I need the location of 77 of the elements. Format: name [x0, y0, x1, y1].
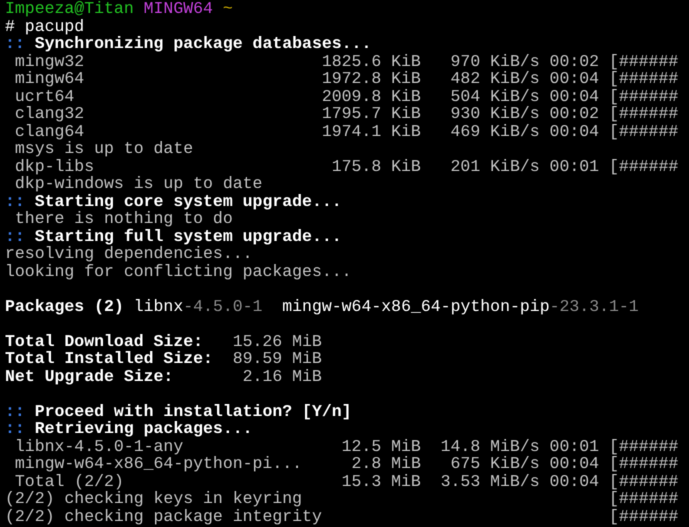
- package-label: clang32: [14, 105, 86, 122]
- output-line: (2/2) checking package integrity: [5, 508, 323, 525]
- prompt-user-host: Impeeza@Titan: [5, 0, 134, 18]
- section-heading: Synchronizing package databases...: [34, 35, 372, 52]
- time-remaining: 00:04: [548, 122, 600, 140]
- progress-bar-text: [######: [608, 122, 680, 140]
- section-heading: Proceed with installation? [Y/n]: [34, 402, 352, 420]
- download-size: 15.3 MiB: [340, 472, 421, 490]
- download-size: 2009.8 KiB: [320, 88, 421, 105]
- size-label: Total Installed Size:: [5, 350, 213, 368]
- progress-bar-text: [######: [608, 438, 680, 455]
- download-speed: 201 KiB/s: [450, 158, 540, 175]
- download-speed: 675 KiB/s: [450, 455, 540, 472]
- prompt-marker: ::: [5, 420, 25, 438]
- progress-bar-text: [######: [608, 70, 680, 88]
- package-label: clang64: [14, 122, 86, 140]
- section-heading: Starting full system upgrade...: [34, 228, 342, 245]
- download-size: 175.8 KiB: [330, 158, 421, 175]
- size-value: 15.26 MiB: [232, 332, 322, 350]
- time-remaining: 00:04: [548, 70, 600, 88]
- output-line: resolving dependencies...: [5, 245, 253, 262]
- time-remaining: 00:04: [548, 455, 600, 472]
- prompt-system: MINGW64: [142, 0, 213, 18]
- download-size: 1972.8 KiB: [320, 70, 421, 88]
- output-line: (2/2) checking keys in keyring: [5, 490, 304, 508]
- prompt-marker: ::: [5, 192, 25, 210]
- section-heading: Starting core system upgrade...: [34, 192, 342, 210]
- download-speed: 3.53 MiB/s: [440, 472, 540, 490]
- package-label: ucrt64: [14, 88, 76, 105]
- package-label: mingw-w64-x86_64-python-pi...: [14, 455, 304, 472]
- section-heading: Retrieving packages...: [34, 420, 253, 438]
- time-remaining: 00:01: [548, 158, 600, 175]
- download-size: 1825.6 KiB: [320, 52, 421, 70]
- package-label: libnx-4.5.0-1-any: [14, 438, 184, 455]
- prompt-marker: ::: [5, 402, 25, 420]
- package-label: mingw64: [14, 70, 86, 88]
- progress-bar-text: [######: [608, 158, 680, 175]
- download-size: 1795.7 KiB: [320, 105, 421, 122]
- prompt-marker: ::: [5, 228, 25, 245]
- progress-bar-text: [######: [608, 455, 680, 472]
- download-size: 12.5 MiB: [340, 438, 421, 455]
- progress-bar-text: [######: [608, 508, 680, 525]
- download-size: 1974.1 KiB: [320, 122, 421, 140]
- package-name: libnx-4.5.0-1: [134, 298, 262, 315]
- download-speed: 504 KiB/s: [450, 88, 540, 105]
- package-name: mingw-w64-x86_64-python-pip-23.3.1-1: [282, 298, 639, 315]
- download-speed: 482 KiB/s: [450, 70, 540, 88]
- package-label: Total (2/2): [14, 472, 125, 490]
- download-speed: 970 KiB/s: [450, 52, 540, 70]
- download-size: 2.8 MiB: [350, 455, 421, 472]
- download-speed: 930 KiB/s: [450, 105, 540, 122]
- size-value: 89.59 MiB: [232, 350, 322, 368]
- package-label: dkp-libs: [14, 158, 96, 175]
- time-remaining: 00:04: [548, 88, 600, 105]
- size-label: Net Upgrade Size:: [5, 368, 174, 385]
- output-line: there is nothing to do: [14, 210, 233, 228]
- prompt-path: ~: [222, 0, 233, 18]
- download-speed: 14.8 MiB/s: [440, 438, 540, 455]
- time-remaining: 00:01: [548, 438, 600, 455]
- size-label: Total Download Size:: [5, 332, 204, 350]
- package-label: mingw32: [14, 52, 86, 70]
- output-line: dkp-windows is up to date: [14, 175, 262, 192]
- progress-bar-text: [######: [608, 52, 680, 70]
- time-remaining: 00:02: [548, 52, 600, 70]
- progress-bar-text: [######: [608, 472, 680, 490]
- packages-label: Packages (2): [5, 298, 124, 315]
- time-remaining: 00:02: [548, 105, 600, 122]
- output-line: msys is up to date: [14, 140, 194, 158]
- prompt-marker: ::: [5, 35, 25, 52]
- size-value: 2.16 MiB: [242, 368, 322, 385]
- command-line: # pacupd: [5, 18, 84, 35]
- progress-bar-text: [######: [608, 105, 680, 122]
- download-speed: 469 KiB/s: [450, 122, 540, 140]
- output-line: looking for conflicting packages...: [5, 262, 352, 280]
- progress-bar-text: [######: [608, 490, 680, 508]
- time-remaining: 00:04: [548, 472, 600, 490]
- progress-bar-text: [######: [608, 88, 680, 105]
